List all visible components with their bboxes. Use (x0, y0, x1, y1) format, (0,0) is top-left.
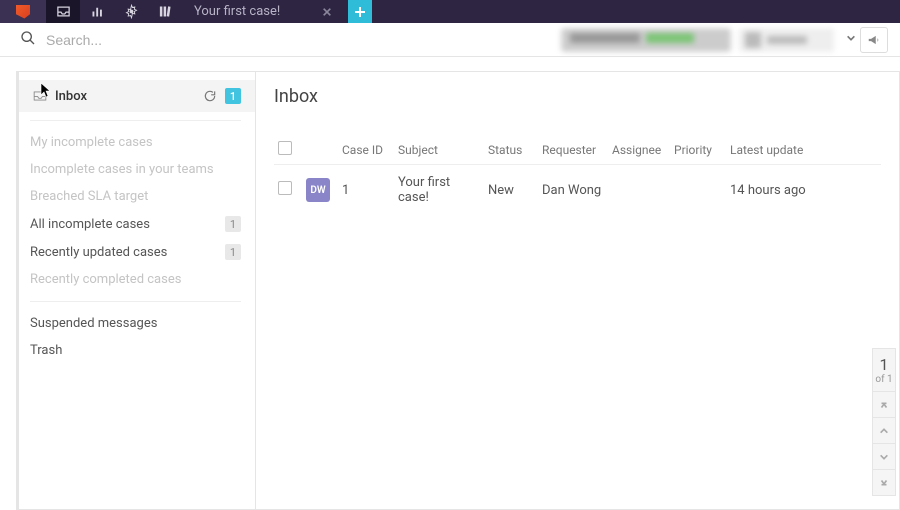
search-bar (0, 23, 900, 57)
table-row[interactable]: DW 1 Your first case! New Dan Wong 14 ho… (274, 165, 881, 216)
tab-label: Your first case! (194, 4, 280, 19)
content-panel: Inbox Case ID Subject Status Requester A… (256, 71, 900, 510)
user-selector[interactable] (739, 28, 834, 52)
cell-status: New (484, 165, 538, 216)
nav-inbox-icon[interactable] (46, 0, 80, 23)
nav-settings-icon[interactable] (114, 0, 148, 23)
inbox-icon (33, 90, 47, 102)
sidebar-item-suspended[interactable]: Suspended messages (30, 310, 241, 337)
search-icon (20, 30, 36, 50)
col-assignee[interactable]: Assignee (608, 135, 670, 165)
tab-strip: Your first case! (184, 0, 372, 23)
cell-case-id: 1 (338, 165, 394, 216)
refresh-icon[interactable] (203, 89, 217, 103)
avatar: DW (306, 178, 330, 202)
col-latest-update[interactable]: Latest update (726, 135, 881, 165)
sidebar-item-all-incomplete[interactable]: All incomplete cases 1 (30, 210, 241, 238)
nav-library-icon[interactable] (148, 0, 182, 23)
pager-last-button[interactable] (873, 469, 895, 495)
cell-priority (670, 165, 726, 216)
table-header-row: Case ID Subject Status Requester Assigne… (274, 135, 881, 165)
sidebar-item-breached[interactable]: Breached SLA target (30, 183, 241, 210)
cell-assignee (608, 165, 670, 216)
announcements-button[interactable] (860, 27, 888, 53)
pager-next-button[interactable] (873, 443, 895, 469)
tab-add-button[interactable] (348, 0, 372, 23)
pager-current: 1 (880, 349, 889, 374)
pager-first-button[interactable] (873, 391, 895, 417)
sidebar-item-trash[interactable]: Trash (30, 337, 241, 364)
inbox-count-badge: 1 (225, 88, 241, 104)
tab-close-icon[interactable] (320, 5, 334, 19)
divider (30, 301, 241, 302)
pager: 1 of 1 (872, 348, 896, 496)
header-right-controls (561, 27, 888, 53)
chevron-down-icon[interactable] (842, 32, 852, 47)
sidebar-label: Inbox (55, 89, 203, 104)
brand-icon (16, 5, 30, 19)
sidebar-item-team-incomplete[interactable]: Incomplete cases in your teams (30, 156, 241, 183)
sidebar-item-inbox[interactable]: Inbox 1 (16, 80, 255, 112)
cell-requester: Dan Wong (538, 165, 608, 216)
cases-table: Case ID Subject Status Requester Assigne… (274, 135, 881, 215)
nav-reports-icon[interactable] (80, 0, 114, 23)
tab-your-first-case[interactable]: Your first case! (184, 0, 344, 23)
col-requester[interactable]: Requester (538, 135, 608, 165)
brand-logo[interactable] (0, 0, 46, 23)
search-input[interactable] (46, 32, 561, 48)
pager-prev-button[interactable] (873, 417, 895, 443)
col-priority[interactable]: Priority (670, 135, 726, 165)
count-badge: 1 (225, 216, 241, 232)
main-area: Inbox 1 My incomplete cases Incomplete c… (0, 57, 900, 510)
cell-subject: Your first case! (394, 165, 484, 216)
select-all-checkbox[interactable] (278, 141, 292, 155)
page-title: Inbox (274, 86, 881, 107)
cell-latest-update: 14 hours ago (726, 165, 881, 216)
sidebar-item-recently-updated[interactable]: Recently updated cases 1 (30, 238, 241, 266)
col-subject[interactable]: Subject (394, 135, 484, 165)
col-case-id[interactable]: Case ID (338, 135, 394, 165)
sidebar-item-my-incomplete[interactable]: My incomplete cases (30, 129, 241, 156)
top-bar: Your first case! (0, 0, 900, 23)
sidebar: Inbox 1 My incomplete cases Incomplete c… (16, 71, 256, 510)
count-badge: 1 (225, 244, 241, 260)
col-status[interactable]: Status (484, 135, 538, 165)
pager-total: of 1 (875, 374, 892, 391)
org-selector[interactable] (561, 28, 731, 52)
row-checkbox[interactable] (278, 181, 292, 195)
sidebar-item-recently-completed[interactable]: Recently completed cases (30, 266, 241, 293)
divider (30, 120, 241, 121)
